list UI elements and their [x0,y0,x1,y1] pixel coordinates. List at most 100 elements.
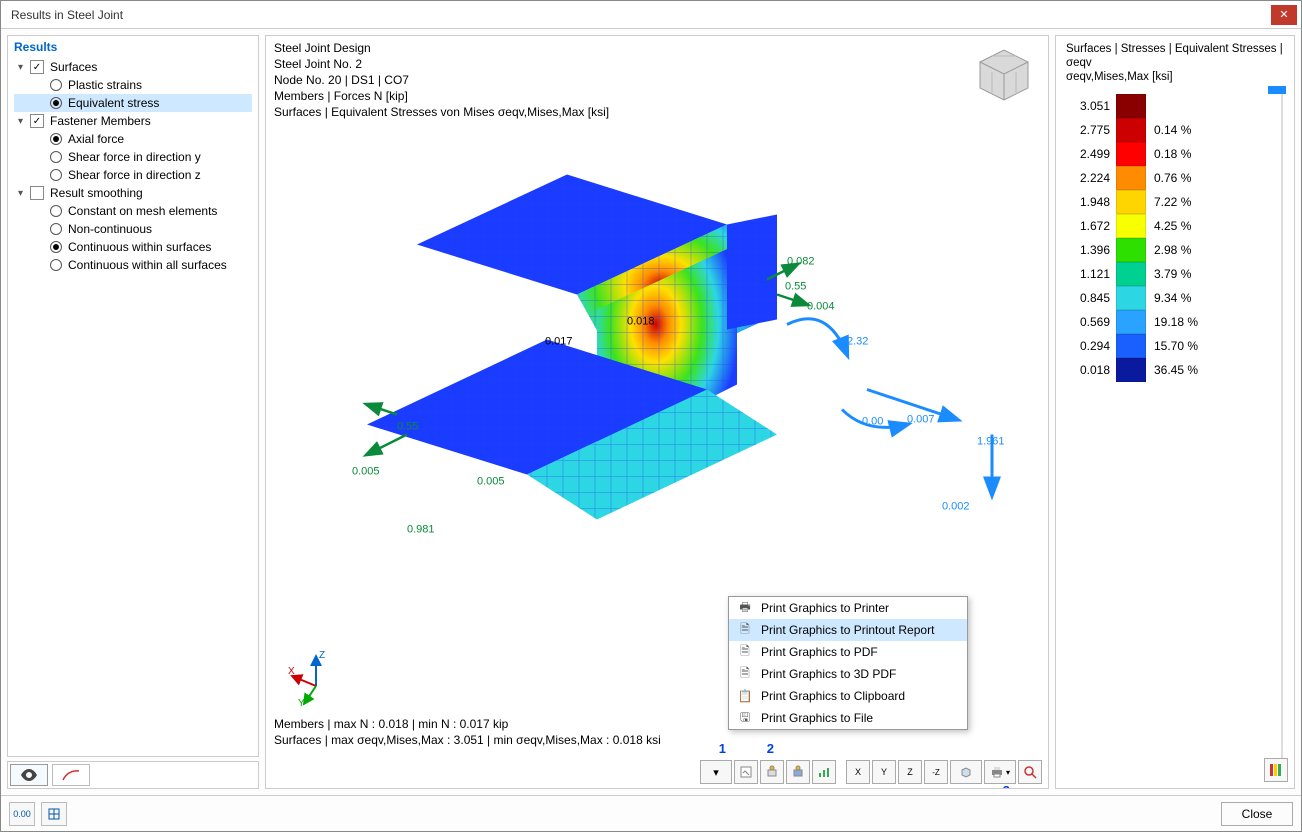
report-icon: 🗎 [737,620,753,641]
show-results-button[interactable] [734,760,758,784]
palette-icon [1269,763,1283,777]
legend-percent: 2.98 % [1154,243,1191,257]
radio-icon[interactable] [50,223,62,235]
pdf3d-icon: 🗎 [737,664,753,685]
svg-text:0.55: 0.55 [785,280,806,292]
close-icon[interactable]: ✕ [1271,5,1297,25]
legend-swatch [1116,190,1146,214]
iso-view-dropdown[interactable] [950,760,982,784]
radio-icon[interactable] [50,97,62,109]
legend-swatch [1116,214,1146,238]
tree-item-axial-force[interactable]: Axial force [14,130,252,148]
checkbox-surfaces[interactable]: ✓ [30,60,44,74]
tab-curve[interactable] [52,764,90,786]
window-title: Results in Steel Joint [11,8,1271,22]
menu-print-pdf[interactable]: 🗎Print Graphics to PDF [729,641,967,663]
view-z-button[interactable]: Z [898,760,922,784]
legend-range-slider[interactable] [1280,86,1284,768]
legend-swatch [1116,94,1146,118]
tree-item-constant-mesh[interactable]: Constant on mesh elements [14,202,252,220]
legend-value: 0.018 [1066,363,1110,377]
svg-text:0.004: 0.004 [807,300,835,312]
legend-swatch [1116,358,1146,382]
chevron-down-icon[interactable]: ▾ [18,116,30,127]
radio-icon[interactable] [50,259,62,271]
legend-value: 2.224 [1066,171,1110,185]
legend-value: 1.396 [1066,243,1110,257]
legend-swatch [1116,334,1146,358]
axis-gizmo[interactable]: Z X Y [286,648,346,708]
printer-icon: 🖶 [737,598,753,619]
legend-row: 2.499 0.18 % [1066,142,1284,166]
svg-text:0.005: 0.005 [352,465,380,477]
chart-button[interactable] [812,760,836,784]
legend-settings-button[interactable] [1264,758,1288,782]
callout-3: 3 [1003,783,1010,788]
menu-print-report[interactable]: 🗎Print Graphics to Printout Report [729,619,967,641]
legend-value: 2.499 [1066,147,1110,161]
file-icon: 🖫 [737,708,753,729]
tree-group-surfaces[interactable]: ▾ ✓ Surfaces [14,58,252,76]
radio-icon[interactable] [50,133,62,145]
tab-visibility[interactable] [10,764,48,786]
tree-group-smoothing[interactable]: ▾ Result smoothing [14,184,252,202]
tree-item-equivalent-stress[interactable]: Equivalent stress [14,94,252,112]
print-dropdown[interactable]: ▾ [984,760,1016,784]
svg-text:0.082: 0.082 [787,255,815,267]
legend-swatch [1116,118,1146,142]
viewport-summary: Members | max N : 0.018 | min N : 0.017 … [274,716,661,748]
view-y-button[interactable]: Y [872,760,896,784]
chevron-down-icon[interactable]: ▾ [18,62,30,73]
legend-swatch [1116,238,1146,262]
legend-row: 0.01836.45 % [1066,358,1284,382]
view-x-button[interactable]: X [846,760,870,784]
radio-icon[interactable] [50,79,62,91]
view-default-button[interactable] [760,760,784,784]
menu-print-file[interactable]: 🖫Print Graphics to File [729,707,967,729]
legend-percent: 0.18 % [1154,147,1191,161]
chevron-down-icon[interactable]: ▾ [18,188,30,199]
legend-swatch [1116,310,1146,334]
units-button[interactable]: 0.00 [9,802,35,826]
options-button[interactable] [41,802,67,826]
legend-value: 3.051 [1066,99,1110,113]
legend-value: 1.948 [1066,195,1110,209]
search-button[interactable] [1018,760,1042,784]
legend-swatch [1116,166,1146,190]
view-lighted-button[interactable] [786,760,810,784]
tree-item-cont-surfaces[interactable]: Continuous within surfaces [14,238,252,256]
legend-value: 2.775 [1066,123,1110,137]
results-heading: Results [14,40,252,54]
menu-print-clipboard[interactable]: 📋Print Graphics to Clipboard [729,685,967,707]
radio-icon[interactable] [50,205,62,217]
tree-item-shear-z[interactable]: Shear force in direction z [14,166,252,184]
radio-icon[interactable] [50,169,62,181]
svg-text:0.981: 0.981 [407,523,435,535]
clipboard-icon: 📋 [737,689,753,703]
svg-text:0.005: 0.005 [477,475,505,487]
printer-icon [990,766,1004,778]
legend-row: 0.56919.18 % [1066,310,1284,334]
tree-group-fastener[interactable]: ▾ ✓ Fastener Members [14,112,252,130]
legend-percent: 9.34 % [1154,291,1191,305]
legend-value: 1.672 [1066,219,1110,233]
checkbox-fastener[interactable]: ✓ [30,114,44,128]
checkbox-smoothing[interactable] [30,186,44,200]
radio-icon[interactable] [50,241,62,253]
tree-item-non-continuous[interactable]: Non-continuous [14,220,252,238]
tree-item-shear-y[interactable]: Shear force in direction y [14,148,252,166]
menu-print-3dpdf[interactable]: 🗎Print Graphics to 3D PDF [729,663,967,685]
search-icon [1023,765,1037,779]
close-button[interactable]: Close [1221,802,1293,826]
nav-cube[interactable] [972,42,1036,102]
view-neg-z-button[interactable]: -Z [924,760,948,784]
radio-icon[interactable] [50,151,62,163]
tree-item-cont-all-surfaces[interactable]: Continuous within all surfaces [14,256,252,274]
menu-print-printer[interactable]: 🖶Print Graphics to Printer [729,597,967,619]
svg-text:0.00: 0.00 [862,415,883,427]
svg-text:0.018: 0.018 [627,315,655,327]
legend-row: 1.1213.79 % [1066,262,1284,286]
tree-item-plastic-strains[interactable]: Plastic strains [14,76,252,94]
viewport-3d[interactable]: Steel Joint Design Steel Joint No. 2 Nod… [265,35,1049,789]
display-mode-dropdown[interactable]: ▾ [700,760,732,784]
